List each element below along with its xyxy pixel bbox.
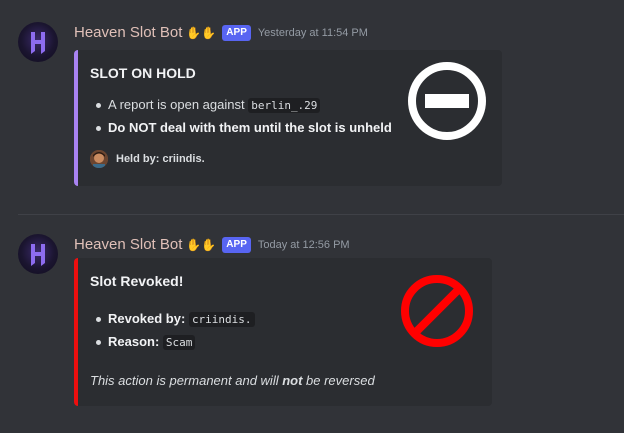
timestamp[interactable]: Today at 12:56 PM — [258, 239, 350, 251]
field-label: Revoked by: — [108, 311, 186, 326]
permanent-note: This action is permanent and will not be… — [90, 373, 375, 388]
embed-fields: A report is open against berlin_.29 Do N… — [90, 94, 392, 139]
username[interactable]: Heaven Slot Bot — [74, 236, 182, 253]
field-label: Reason: — [108, 334, 160, 349]
field-text: A report is open against — [108, 97, 249, 112]
list-item: A report is open against berlin_.29 — [90, 94, 392, 117]
minus-circle-icon[interactable] — [406, 60, 488, 142]
message-header: Heaven Slot Bot ✋✋ APP Yesterday at 11:5… — [74, 24, 368, 41]
bot-avatar[interactable] — [18, 234, 58, 274]
username[interactable]: Heaven Slot Bot — [74, 24, 182, 41]
footer-text: Held by: criindis. — [116, 153, 205, 165]
timestamp[interactable]: Yesterday at 11:54 PM — [258, 27, 368, 39]
list-item: Reason: Scam — [90, 331, 255, 354]
embed-footer: Held by: criindis. — [90, 150, 205, 168]
app-badge: APP — [222, 236, 251, 253]
embed-title: SLOT ON HOLD — [90, 65, 196, 81]
message-header: Heaven Slot Bot ✋✋ APP Today at 12:56 PM — [74, 236, 350, 253]
embed-slot-revoked: Slot Revoked! Revoked by: criindis. Reas… — [74, 258, 492, 406]
embed-fields: Revoked by: criindis. Reason: Scam — [90, 308, 255, 354]
hands-icon: ✋✋ — [186, 237, 217, 252]
revoker-code: criindis. — [188, 312, 255, 327]
embed-slot-on-hold: SLOT ON HOLD A report is open against be… — [74, 50, 502, 186]
message-divider — [18, 214, 624, 215]
reason-code: Scam — [162, 335, 196, 350]
field-warning: Do NOT deal with them until the slot is … — [108, 120, 392, 135]
prohibited-icon[interactable] — [400, 274, 474, 348]
h-logo-icon — [31, 32, 45, 54]
app-badge: APP — [222, 24, 251, 41]
bot-avatar[interactable] — [18, 22, 58, 62]
footer-avatar — [90, 150, 108, 168]
embed-title: Slot Revoked! — [90, 273, 184, 289]
list-item: Revoked by: criindis. — [90, 308, 255, 331]
h-logo-icon — [31, 244, 45, 266]
hands-icon: ✋✋ — [186, 25, 217, 40]
list-item: Do NOT deal with them until the slot is … — [90, 117, 392, 139]
username-code: berlin_.29 — [248, 98, 321, 113]
